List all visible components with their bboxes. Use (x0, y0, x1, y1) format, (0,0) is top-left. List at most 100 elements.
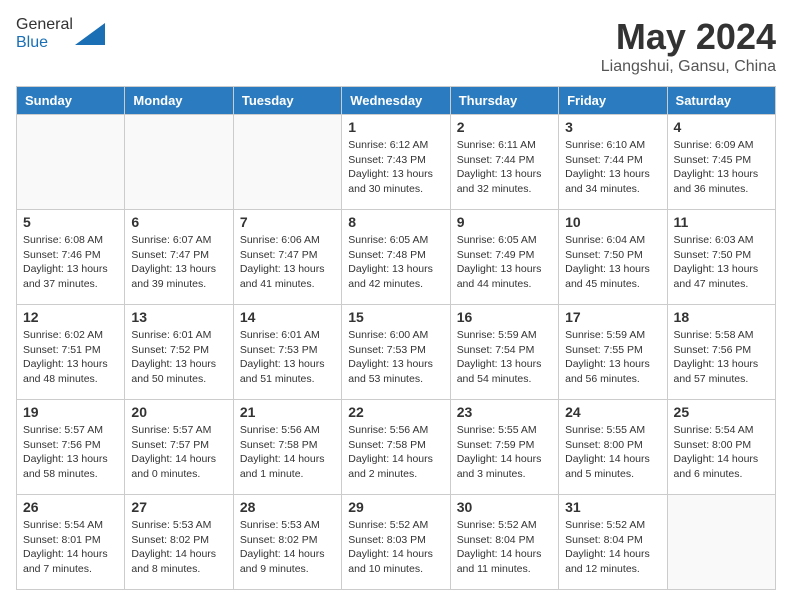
day-info: Sunrise: 5:54 AM Sunset: 8:01 PM Dayligh… (23, 518, 118, 577)
day-number: 2 (457, 119, 552, 135)
day-number: 30 (457, 499, 552, 515)
calendar-week-row: 5 Sunrise: 6:08 AM Sunset: 7:46 PM Daylig… (17, 210, 776, 305)
day-number: 22 (348, 404, 443, 420)
calendar-day-cell: 18 Sunrise: 5:58 AM Sunset: 7:56 PM Dayli… (667, 305, 775, 400)
day-number: 24 (565, 404, 660, 420)
day-number: 25 (674, 404, 769, 420)
calendar-day-cell: 4Sunrise: 6:09 AM Sunset: 7:45 PM Daylig… (667, 115, 775, 210)
day-info: Sunrise: 5:57 AM Sunset: 7:57 PM Dayligh… (131, 423, 226, 482)
day-number: 19 (23, 404, 118, 420)
day-info: Sunrise: 6:05 AM Sunset: 7:49 PM Dayligh… (457, 233, 552, 292)
calendar-day-cell: 17Sunrise: 5:59 AM Sunset: 7:55 PM Dayli… (559, 305, 667, 400)
logo: General Blue (16, 16, 105, 52)
day-info: Sunrise: 5:52 AM Sunset: 8:04 PM Dayligh… (457, 518, 552, 577)
day-info: Sunrise: 6:06 AM Sunset: 7:47 PM Dayligh… (240, 233, 335, 292)
calendar-day-cell: 25 Sunrise: 5:54 AM Sunset: 8:00 PM Dayli… (667, 400, 775, 495)
calendar-day-cell: 6 Sunrise: 6:07 AM Sunset: 7:47 PM Daylig… (125, 210, 233, 305)
day-info: Sunrise: 5:56 AM Sunset: 7:58 PM Dayligh… (240, 423, 335, 482)
logo-general: General (16, 16, 73, 33)
calendar-col-header: Wednesday (342, 87, 450, 115)
calendar-week-row: 1 Sunrise: 6:12 AM Sunset: 7:43 PM Daylig… (17, 115, 776, 210)
calendar-day-cell (667, 495, 775, 590)
day-number: 13 (131, 309, 226, 325)
day-number: 5 (23, 214, 118, 230)
day-info: Sunrise: 5:53 AM Sunset: 8:02 PM Dayligh… (240, 518, 335, 577)
day-number: 14 (240, 309, 335, 325)
day-info: Sunrise: 5:55 AM Sunset: 7:59 PM Dayligh… (457, 423, 552, 482)
calendar-col-header: Tuesday (233, 87, 341, 115)
calendar-col-header: Friday (559, 87, 667, 115)
day-number: 20 (131, 404, 226, 420)
calendar-day-cell: 5 Sunrise: 6:08 AM Sunset: 7:46 PM Daylig… (17, 210, 125, 305)
day-info: Sunrise: 5:59 AM Sunset: 7:54 PM Dayligh… (457, 328, 552, 387)
day-number: 15 (348, 309, 443, 325)
calendar-day-cell (125, 115, 233, 210)
calendar-day-cell: 15 Sunrise: 6:00 AM Sunset: 7:53 PM Dayli… (342, 305, 450, 400)
calendar-day-cell: 23 Sunrise: 5:55 AM Sunset: 7:59 PM Dayli… (450, 400, 558, 495)
day-info: Sunrise: 6:09 AM Sunset: 7:45 PM Dayligh… (674, 138, 769, 197)
day-number: 3 (565, 119, 660, 135)
page-header: General Blue May 2024 Liangshui, Gansu, … (16, 16, 776, 76)
calendar-col-header: Monday (125, 87, 233, 115)
calendar-day-cell: 24 Sunrise: 5:55 AM Sunset: 8:00 PM Dayli… (559, 400, 667, 495)
calendar-day-cell (17, 115, 125, 210)
logo-text: General Blue (16, 16, 73, 52)
day-number: 26 (23, 499, 118, 515)
day-info: Sunrise: 5:53 AM Sunset: 8:02 PM Dayligh… (131, 518, 226, 577)
calendar-day-cell (233, 115, 341, 210)
calendar-day-cell: 19Sunrise: 5:57 AM Sunset: 7:56 PM Dayli… (17, 400, 125, 495)
calendar-day-cell: 31 Sunrise: 5:52 AM Sunset: 8:04 PM Dayli… (559, 495, 667, 590)
day-info: Sunrise: 6:00 AM Sunset: 7:53 PM Dayligh… (348, 328, 443, 387)
day-info: Sunrise: 6:10 AM Sunset: 7:44 PM Dayligh… (565, 138, 660, 197)
day-info: Sunrise: 6:02 AM Sunset: 7:51 PM Dayligh… (23, 328, 118, 387)
day-number: 31 (565, 499, 660, 515)
calendar-day-cell: 26 Sunrise: 5:54 AM Sunset: 8:01 PM Dayli… (17, 495, 125, 590)
day-number: 8 (348, 214, 443, 230)
calendar-week-row: 26 Sunrise: 5:54 AM Sunset: 8:01 PM Dayli… (17, 495, 776, 590)
calendar-day-cell: 21 Sunrise: 5:56 AM Sunset: 7:58 PM Dayli… (233, 400, 341, 495)
day-info: Sunrise: 6:11 AM Sunset: 7:44 PM Dayligh… (457, 138, 552, 197)
day-info: Sunrise: 6:01 AM Sunset: 7:52 PM Dayligh… (131, 328, 226, 387)
day-number: 16 (457, 309, 552, 325)
day-number: 12 (23, 309, 118, 325)
day-number: 29 (348, 499, 443, 515)
day-number: 6 (131, 214, 226, 230)
month-year-title: May 2024 (601, 16, 776, 58)
day-info: Sunrise: 6:05 AM Sunset: 7:48 PM Dayligh… (348, 233, 443, 292)
day-number: 23 (457, 404, 552, 420)
calendar-day-cell: 29Sunrise: 5:52 AM Sunset: 8:03 PM Dayli… (342, 495, 450, 590)
day-number: 27 (131, 499, 226, 515)
day-info: Sunrise: 6:01 AM Sunset: 7:53 PM Dayligh… (240, 328, 335, 387)
day-number: 1 (348, 119, 443, 135)
calendar-col-header: Sunday (17, 87, 125, 115)
calendar-day-cell: 20 Sunrise: 5:57 AM Sunset: 7:57 PM Dayli… (125, 400, 233, 495)
calendar-week-row: 19Sunrise: 5:57 AM Sunset: 7:56 PM Dayli… (17, 400, 776, 495)
calendar-day-cell: 2 Sunrise: 6:11 AM Sunset: 7:44 PM Daylig… (450, 115, 558, 210)
title-block: May 2024 Liangshui, Gansu, China (601, 16, 776, 76)
calendar-day-cell: 12 Sunrise: 6:02 AM Sunset: 7:51 PM Dayli… (17, 305, 125, 400)
calendar-table: SundayMondayTuesdayWednesdayThursdayFrid… (16, 86, 776, 590)
day-info: Sunrise: 5:55 AM Sunset: 8:00 PM Dayligh… (565, 423, 660, 482)
day-number: 21 (240, 404, 335, 420)
day-info: Sunrise: 5:54 AM Sunset: 8:00 PM Dayligh… (674, 423, 769, 482)
day-info: Sunrise: 5:58 AM Sunset: 7:56 PM Dayligh… (674, 328, 769, 387)
day-info: Sunrise: 6:08 AM Sunset: 7:46 PM Dayligh… (23, 233, 118, 292)
calendar-col-header: Thursday (450, 87, 558, 115)
calendar-day-cell: 22Sunrise: 5:56 AM Sunset: 7:58 PM Dayli… (342, 400, 450, 495)
logo-icon (75, 23, 105, 45)
day-info: Sunrise: 5:52 AM Sunset: 8:04 PM Dayligh… (565, 518, 660, 577)
calendar-day-cell: 8 Sunrise: 6:05 AM Sunset: 7:48 PM Daylig… (342, 210, 450, 305)
calendar-day-cell: 30 Sunrise: 5:52 AM Sunset: 8:04 PM Dayli… (450, 495, 558, 590)
logo-blue: Blue (16, 34, 48, 51)
day-info: Sunrise: 6:12 AM Sunset: 7:43 PM Dayligh… (348, 138, 443, 197)
day-info: Sunrise: 6:03 AM Sunset: 7:50 PM Dayligh… (674, 233, 769, 292)
day-number: 18 (674, 309, 769, 325)
location-subtitle: Liangshui, Gansu, China (601, 58, 776, 76)
day-number: 9 (457, 214, 552, 230)
calendar-day-cell: 11Sunrise: 6:03 AM Sunset: 7:50 PM Dayli… (667, 210, 775, 305)
day-info: Sunrise: 6:07 AM Sunset: 7:47 PM Dayligh… (131, 233, 226, 292)
calendar-col-header: Saturday (667, 87, 775, 115)
day-number: 28 (240, 499, 335, 515)
calendar-day-cell: 3 Sunrise: 6:10 AM Sunset: 7:44 PM Daylig… (559, 115, 667, 210)
day-info: Sunrise: 5:59 AM Sunset: 7:55 PM Dayligh… (565, 328, 660, 387)
